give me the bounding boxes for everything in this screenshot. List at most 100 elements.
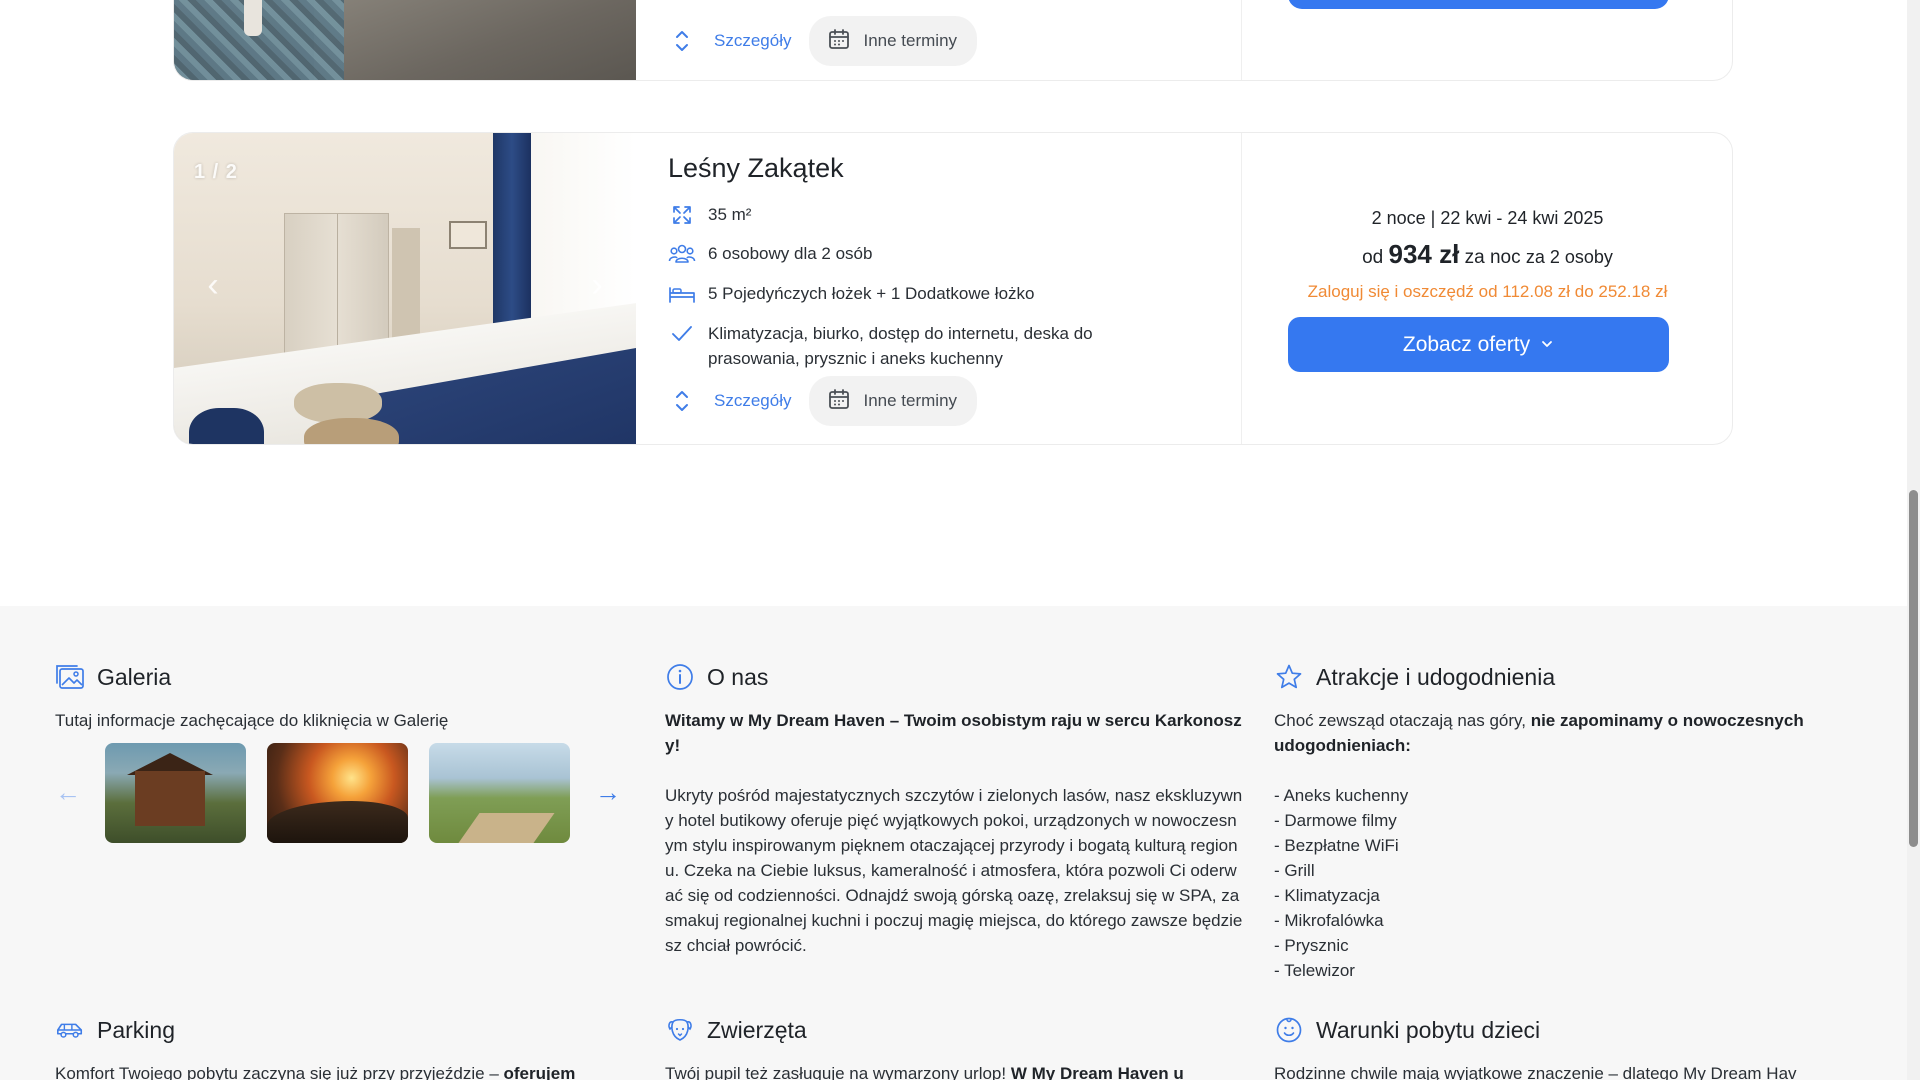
- expand-chevrons-icon: [668, 389, 696, 413]
- room-amenities-value: Klimatyzacja, biurko, dostęp do internet…: [708, 324, 1093, 368]
- pets-column: Zwierzęta Twój pupil też zasługuje na wy…: [665, 1014, 1255, 1080]
- calendar-icon: [827, 387, 851, 416]
- amenities-text: Choć zewsząd otaczają nas góry, nie zapo…: [1274, 708, 1869, 983]
- checkmark-icon: [668, 321, 696, 346]
- room-links-previous: Szczegóły Inne terminy: [668, 16, 978, 66]
- offers-button-previous[interactable]: [1288, 0, 1669, 9]
- amenities-heading: Atrakcje i udogodnienia: [1274, 661, 1864, 693]
- about-heading: O nas: [665, 661, 1255, 693]
- room-beds-value: 5 Pojedyńczych łożek + 1 Dodatkowe łożko: [708, 284, 1035, 303]
- room-capacity: 6 osobowy dla 2 osób: [668, 241, 1178, 266]
- gallery-thumbnail[interactable]: [267, 743, 408, 843]
- room-amenities: Klimatyzacja, biurko, dostęp do internet…: [668, 321, 1178, 371]
- chevron-down-icon: [1540, 333, 1554, 357]
- calendar-icon: [827, 27, 851, 56]
- parking-text: Komfort Twojego pobytu zaczyna się już p…: [55, 1061, 645, 1080]
- price-per-persons: za 2 osoby: [1525, 247, 1613, 267]
- amenity-item: - Mikrofalówka: [1274, 911, 1384, 930]
- room-area: 35 m²: [668, 202, 1178, 227]
- price-prefix: od: [1362, 247, 1384, 268]
- expand-chevrons-icon: [668, 29, 696, 53]
- login-promo-link[interactable]: Zaloguj się i oszczędź od 112.08 zł do 2…: [1242, 282, 1732, 302]
- about-title: O nas: [707, 663, 769, 690]
- amenity-item: - Darmowe filmy: [1274, 811, 1397, 830]
- details-label: Szczegóły: [714, 391, 792, 410]
- pets-text-bold: W My Dream Haven u: [1010, 1064, 1184, 1080]
- car-icon: [55, 1015, 85, 1045]
- star-icon: [1274, 662, 1304, 692]
- dog-icon: [665, 1015, 695, 1045]
- details-label: Szczegóły: [714, 31, 792, 50]
- gallery-subtitle: Tutaj informacje zachęcające do kliknięc…: [55, 711, 449, 730]
- info-icon: [665, 662, 695, 692]
- amenities-column: Atrakcje i udogodnienia Choć zewsząd ota…: [1274, 661, 1864, 983]
- room-info-previous: Szczegóły Inne terminy: [668, 0, 1228, 80]
- about-body: Ukryty pośród majestatycznych szczytów i…: [665, 786, 1243, 955]
- people-icon: [668, 241, 696, 266]
- parking-text-normal: Komfort Twojego pobytu zaczyna się już p…: [55, 1064, 504, 1080]
- see-offers-label: Zobacz oferty: [1402, 332, 1531, 356]
- parking-heading: Parking: [55, 1014, 645, 1046]
- pets-text: Twój pupil też zasługuje na wymarzony ur…: [665, 1061, 1255, 1080]
- room-links: Szczegóły Inne terminy: [668, 376, 978, 426]
- room-card-previous: Szczegóły Inne terminy: [173, 0, 1733, 81]
- kids-column: Warunki pobytu dzieci Rodzinne chwile ma…: [1274, 1014, 1864, 1080]
- smiley-icon: [1274, 1015, 1304, 1045]
- gallery-thumbnail[interactable]: [429, 743, 570, 843]
- hotel-info-section: Galeria Tutaj informacje zachęcające do …: [0, 606, 1907, 1080]
- gallery-icon: [55, 662, 85, 692]
- scrollbar-thumb[interactable]: [1909, 490, 1918, 847]
- room-photo: [174, 133, 636, 444]
- amenities-title: Atrakcje i udogodnienia: [1316, 663, 1556, 690]
- details-link[interactable]: Szczegóły: [668, 389, 791, 413]
- gallery-thumbnail[interactable]: [105, 743, 246, 843]
- amenity-item: - Telewizor: [1274, 961, 1355, 980]
- gallery-prev-arrow-icon[interactable]: ←: [55, 779, 81, 805]
- other-dates-button-previous[interactable]: Inne terminy: [809, 16, 978, 66]
- photo-next-arrow-icon[interactable]: ›: [582, 268, 612, 302]
- price-line: od 934 zł za noc za 2 osoby: [1242, 239, 1732, 270]
- room-title: Leśny Zakątek: [668, 153, 844, 183]
- parking-text-bold: oferujem: [503, 1064, 576, 1080]
- other-dates-label: Inne terminy: [863, 31, 958, 50]
- amenity-item: - Bezpłatne WiFi: [1274, 836, 1399, 855]
- parking-title: Parking: [97, 1016, 175, 1043]
- kids-title: Warunki pobytu dzieci: [1316, 1016, 1541, 1043]
- gallery-heading: Galeria: [55, 661, 645, 693]
- gallery-title: Galeria: [97, 663, 172, 690]
- room-area-value: 35 m²: [708, 205, 752, 224]
- room-photo-carousel[interactable]: 1 / 2 ‹ ›: [174, 133, 636, 444]
- kids-heading: Warunki pobytu dzieci: [1274, 1014, 1864, 1046]
- page-scrollbar[interactable]: [1907, 0, 1920, 1080]
- photo-prev-arrow-icon[interactable]: ‹: [198, 268, 228, 302]
- see-offers-button[interactable]: Zobacz oferty: [1288, 317, 1669, 372]
- amenity-item: - Grill: [1274, 861, 1315, 880]
- about-text: Witamy w My Dream Haven – Twoim osobisty…: [665, 708, 1245, 958]
- amenity-item: - Klimatyzacja: [1274, 886, 1380, 905]
- room-photo-previous[interactable]: [174, 0, 636, 80]
- other-dates-button[interactable]: Inne terminy: [809, 376, 978, 426]
- room-beds: 5 Pojedyńczych łożek + 1 Dodatkowe łożko: [668, 281, 1178, 306]
- photo-counter: 1 / 2: [194, 161, 238, 183]
- amenities-intro: Choć zewsząd otaczają nas góry,: [1274, 711, 1531, 730]
- about-column: O nas Witamy w My Dream Haven – Twoim os…: [665, 661, 1255, 958]
- gallery-column: Galeria Tutaj informacje zachęcające do …: [55, 661, 645, 843]
- details-link-previous[interactable]: Szczegóły: [668, 29, 791, 53]
- room-card: 1 / 2 ‹ › Leśny Zakątek 35 m² 6 osobowy …: [173, 132, 1733, 445]
- amenities-list: - Aneks kuchenny - Darmowe filmy - Bezpł…: [1274, 783, 1869, 983]
- about-lead: Witamy w My Dream Haven – Twoim osobisty…: [665, 711, 1242, 755]
- pets-text-normal: Twój pupil też zasługuje na wymarzony ur…: [665, 1064, 1011, 1080]
- amenity-item: - Prysznic: [1274, 936, 1349, 955]
- price-column: 2 noce | 22 kwi - 24 kwi 2025 od 934 zł …: [1241, 133, 1732, 444]
- room-info: Leśny Zakątek 35 m² 6 osobowy dla 2 osób…: [668, 133, 1228, 444]
- pets-title: Zwierzęta: [707, 1016, 807, 1043]
- kids-text: Rodzinne chwile mają wyjątkowe znaczenie…: [1274, 1064, 1797, 1080]
- gallery-carousel: ← →: [55, 743, 645, 843]
- amenity-item: - Aneks kuchenny: [1274, 786, 1409, 805]
- pets-heading: Zwierzęta: [665, 1014, 1255, 1046]
- room-capacity-value: 6 osobowy dla 2 osób: [708, 244, 873, 263]
- gallery-next-arrow-icon[interactable]: →: [595, 779, 621, 805]
- expand-arrows-icon: [668, 202, 696, 227]
- stay-dates: 2 noce | 22 kwi - 24 kwi 2025: [1371, 208, 1604, 228]
- other-dates-label: Inne terminy: [863, 391, 958, 410]
